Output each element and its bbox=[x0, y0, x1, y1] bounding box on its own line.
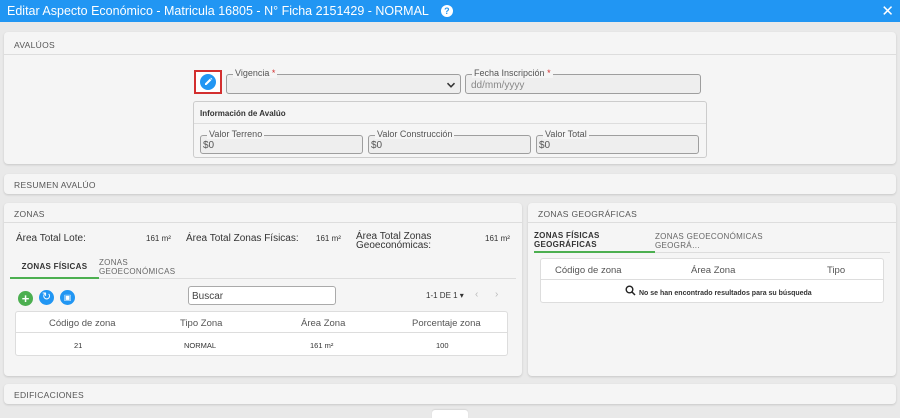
valor-total-field[interactable]: Valor Total $0 bbox=[536, 129, 699, 154]
zonas-geo-tabs: ZONAS FÍSICAS GEOGRÁFICAS ZONAS GEOECONÓ… bbox=[534, 229, 890, 253]
valor-terreno-label: Valor Terreno bbox=[207, 129, 265, 139]
vigencia-label: Vigencia bbox=[235, 68, 270, 78]
pencil-icon bbox=[205, 77, 213, 85]
column-header[interactable]: Tipo Zona bbox=[180, 318, 222, 329]
divider bbox=[4, 222, 522, 223]
search-icon bbox=[625, 285, 636, 296]
avaluos-title: AVALÚOS bbox=[14, 40, 55, 50]
fecha-inscripcion-label: Fecha Inscripción bbox=[474, 68, 545, 78]
edificaciones-card[interactable]: EDIFICACIONES bbox=[4, 384, 896, 404]
zonas-title: ZONAS bbox=[14, 209, 45, 219]
area-zonas-fisicas-label: Área Total Zonas Físicas: bbox=[186, 233, 299, 244]
valor-construccion-label: Valor Construcción bbox=[375, 129, 455, 139]
divider bbox=[4, 54, 896, 55]
window-title: Editar Aspecto Económico - Matricula 168… bbox=[7, 4, 429, 18]
zonas-geo-table: Código de zona Área Zona Tipo No se han … bbox=[540, 258, 884, 303]
required-mark: * bbox=[271, 68, 276, 78]
resumen-avaluo-title: RESUMEN AVALÚO bbox=[14, 180, 96, 190]
bottom-footer-tab bbox=[432, 410, 468, 418]
required-mark: * bbox=[547, 68, 551, 78]
column-header[interactable]: Área Zona bbox=[301, 318, 345, 329]
table-row[interactable]: 21 NORMAL 161 m² 100 bbox=[16, 333, 507, 356]
chevron-left-icon[interactable]: ‹ bbox=[475, 289, 478, 300]
zonas-tabs: ZONAS FÍSICAS ZONAS GEOECONÓMICAS bbox=[10, 255, 516, 279]
divider bbox=[541, 279, 883, 280]
valor-construccion-field[interactable]: Valor Construcción $0 bbox=[368, 129, 531, 154]
close-icon[interactable]: ✕ bbox=[881, 2, 894, 20]
zonas-table: Código de zona Tipo Zona Área Zona Porce… bbox=[15, 311, 508, 356]
divider bbox=[528, 222, 896, 223]
tab-zonas-fisicas[interactable]: ZONAS FÍSICAS bbox=[10, 255, 99, 279]
export-icon[interactable]: ▣ bbox=[60, 290, 75, 305]
informacion-avaluo-title: Información de Avalúo bbox=[200, 109, 286, 118]
valor-terreno-value: $0 bbox=[203, 140, 215, 151]
cell-codigo: 21 bbox=[74, 341, 83, 350]
column-header[interactable]: Código de zona bbox=[49, 318, 116, 329]
valor-total-value: $0 bbox=[539, 140, 551, 151]
fecha-inscripcion-placeholder: dd/mm/yyyy bbox=[471, 80, 525, 91]
edificaciones-title: EDIFICACIONES bbox=[14, 390, 85, 400]
cell-area: 161 m² bbox=[310, 341, 334, 350]
area-total-lote-value: 161 m² bbox=[146, 234, 171, 243]
vigencia-select[interactable]: Vigencia * bbox=[226, 68, 461, 94]
edit-button[interactable] bbox=[200, 74, 216, 90]
column-header[interactable]: Porcentaje zona bbox=[412, 318, 481, 329]
question-circle-icon[interactable]: ? bbox=[440, 5, 453, 17]
divider bbox=[194, 123, 706, 124]
area-zonas-geo-value: 161 m² bbox=[485, 234, 510, 243]
pagination-text: 1-1 DE 1 bbox=[426, 291, 458, 300]
add-button[interactable]: + bbox=[18, 291, 33, 306]
tab-zonas-geoeconomicas-geograficas[interactable]: ZONAS GEOECONÓMICAS GEOGRÁ… bbox=[655, 229, 793, 253]
pagination-select[interactable]: 1-1 DE 1 ▾ bbox=[426, 291, 464, 300]
valor-total-label: Valor Total bbox=[543, 129, 589, 139]
search-input[interactable]: Buscar bbox=[188, 286, 336, 305]
area-zonas-geo-label-line2: Geoeconómicas: bbox=[356, 240, 432, 251]
chevron-down-icon bbox=[446, 82, 456, 88]
area-total-lote-label: Área Total Lote: bbox=[16, 233, 86, 244]
cell-tipo: NORMAL bbox=[184, 341, 217, 350]
search-placeholder: Buscar bbox=[192, 291, 224, 302]
empty-message: No se han encontrado resultados para su … bbox=[639, 290, 812, 297]
window-titlebar: Editar Aspecto Económico - Matricula 168… bbox=[0, 0, 900, 22]
resumen-avaluo-card[interactable]: RESUMEN AVALÚO bbox=[4, 174, 896, 194]
fecha-inscripcion-field[interactable]: Fecha Inscripción * dd/mm/yyyy bbox=[465, 68, 701, 94]
column-header[interactable]: Área Zona bbox=[691, 265, 735, 276]
column-header[interactable]: Código de zona bbox=[555, 265, 622, 276]
valor-construccion-value: $0 bbox=[371, 140, 383, 151]
cell-porcentaje: 100 bbox=[436, 341, 449, 350]
chevron-right-icon[interactable]: › bbox=[495, 289, 498, 300]
edit-button-highlight[interactable] bbox=[194, 70, 222, 94]
zonas-geograficas-title: ZONAS GEOGRÁFICAS bbox=[538, 209, 638, 219]
tab-zonas-geoeconomicas[interactable]: ZONAS GEOECONÓMICAS bbox=[99, 255, 199, 279]
column-header[interactable]: Tipo bbox=[827, 265, 845, 276]
tab-zonas-fisicas-geograficas[interactable]: ZONAS FÍSICAS GEOGRÁFICAS bbox=[534, 229, 655, 253]
refresh-icon[interactable]: ↻ bbox=[39, 290, 54, 305]
area-zonas-fisicas-value: 161 m² bbox=[316, 234, 341, 243]
valor-terreno-field[interactable]: Valor Terreno $0 bbox=[200, 129, 363, 154]
